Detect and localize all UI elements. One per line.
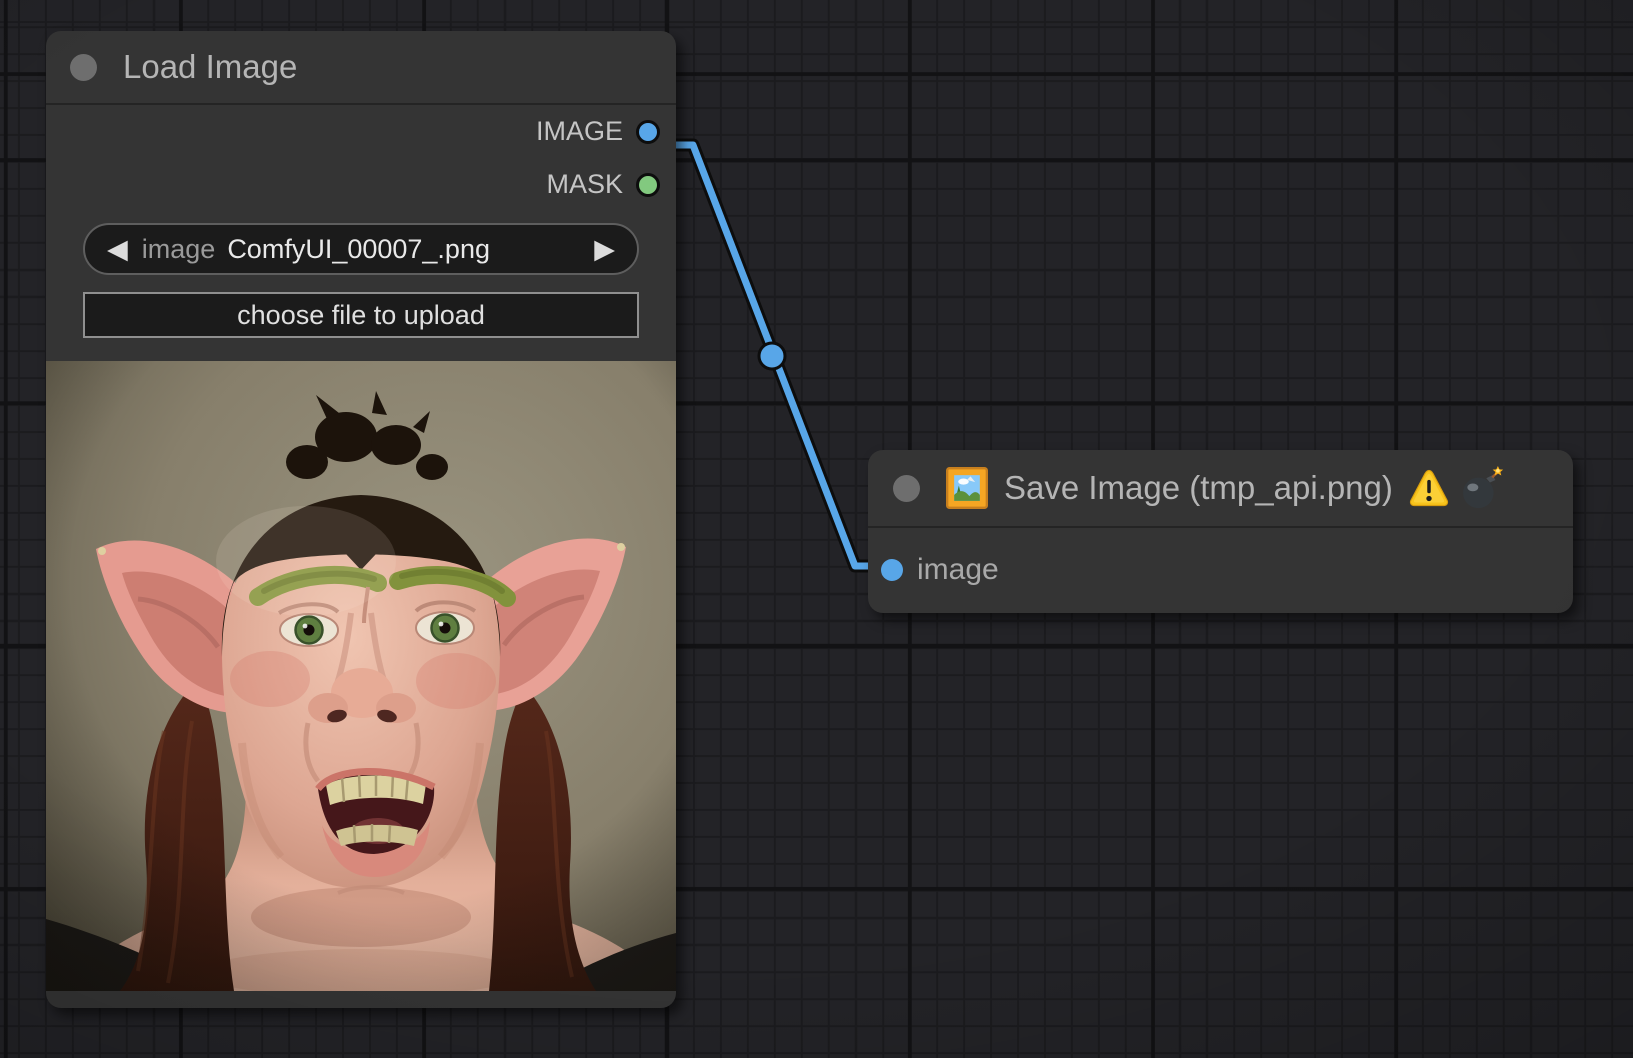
input-label-image: image xyxy=(917,553,999,587)
choose-file-button[interactable]: choose file to upload xyxy=(83,292,639,338)
input-dot-image[interactable] xyxy=(881,559,903,581)
framed-picture-icon xyxy=(946,467,988,509)
node-save-image[interactable]: Save Image (tmp_api.png) image xyxy=(868,450,1573,613)
image-combo-widget[interactable]: ◀ image ComfyUI_00007_.png ▶ xyxy=(83,223,639,275)
collapse-dot[interactable] xyxy=(893,475,920,502)
output-dot-image[interactable] xyxy=(636,120,660,144)
next-arrow-icon[interactable]: ▶ xyxy=(594,236,615,263)
output-label-mask: MASK xyxy=(546,169,623,200)
node-title: Load Image xyxy=(123,48,297,86)
node-title: Save Image (tmp_api.png) xyxy=(1004,469,1393,507)
prev-arrow-icon[interactable]: ◀ xyxy=(107,236,128,263)
widget-value: ComfyUI_00007_.png xyxy=(227,234,490,265)
widget-name: image xyxy=(142,234,216,265)
collapse-dot[interactable] xyxy=(70,54,97,81)
save-image-header[interactable]: Save Image (tmp_api.png) xyxy=(868,450,1573,526)
link-midpoint-dot[interactable] xyxy=(759,343,785,369)
comfyui-canvas[interactable]: { "canvas": { "background_color": "#2323… xyxy=(0,0,1633,1058)
output-dot-mask[interactable] xyxy=(636,173,660,197)
output-slot-image[interactable]: IMAGE xyxy=(46,105,676,158)
preview-photo xyxy=(46,361,676,991)
output-label-image: IMAGE xyxy=(536,116,623,147)
image-preview xyxy=(46,361,676,991)
warning-icon xyxy=(1407,467,1451,509)
bomb-icon xyxy=(1459,466,1505,510)
input-slot-image[interactable]: image xyxy=(868,528,1573,612)
node-load-image[interactable]: Load Image IMAGE MASK ◀ image ComfyUI_00… xyxy=(46,31,676,1008)
output-slot-mask[interactable]: MASK xyxy=(46,158,676,211)
load-image-header[interactable]: Load Image xyxy=(46,31,676,103)
